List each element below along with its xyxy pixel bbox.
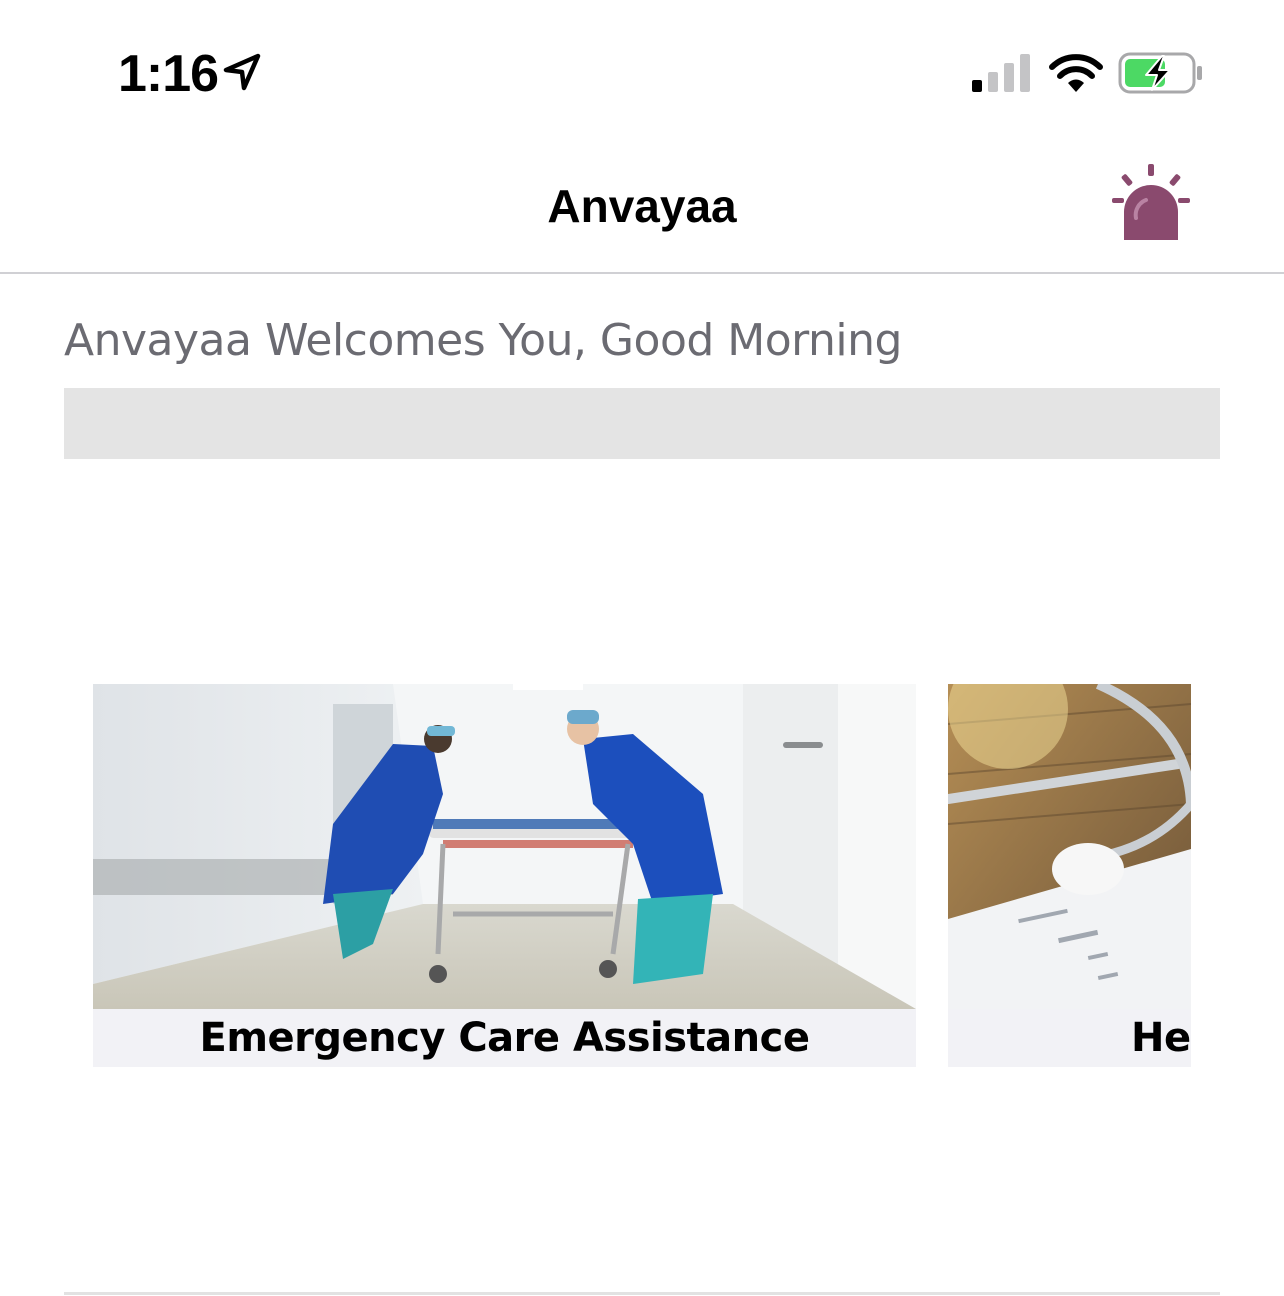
nav-title: Anvayaa — [547, 180, 737, 232]
wifi-icon — [1049, 54, 1103, 92]
status-time: 1:16 — [118, 45, 219, 103]
emergency-alarm-icon[interactable] — [1110, 162, 1192, 244]
info-banner-placeholder — [64, 388, 1220, 459]
stethoscope-lab-report-photo — [948, 684, 1191, 1009]
battery-charging-icon — [1118, 52, 1202, 94]
app-screen: 1:16 Anvayaa Anvayaa Welcomes You, Good … — [0, 0, 1284, 1296]
welcome-message: Anvayaa Welcomes You, Good Morning — [64, 315, 902, 366]
nav-divider — [0, 272, 1284, 274]
services-carousel[interactable]: Emergency Care Assistance He — [0, 684, 1284, 1068]
cellular-signal-icon — [972, 54, 1030, 92]
hospital-stretcher-photo — [93, 684, 916, 1009]
service-card-label: Hea — [948, 1009, 1191, 1067]
service-card-health[interactable]: Hea — [948, 684, 1191, 1067]
location-arrow-icon — [223, 53, 261, 91]
service-card-label: Emergency Care Assistance — [93, 1009, 916, 1067]
bottom-divider — [64, 1292, 1220, 1295]
service-card-emergency[interactable]: Emergency Care Assistance — [93, 684, 916, 1067]
